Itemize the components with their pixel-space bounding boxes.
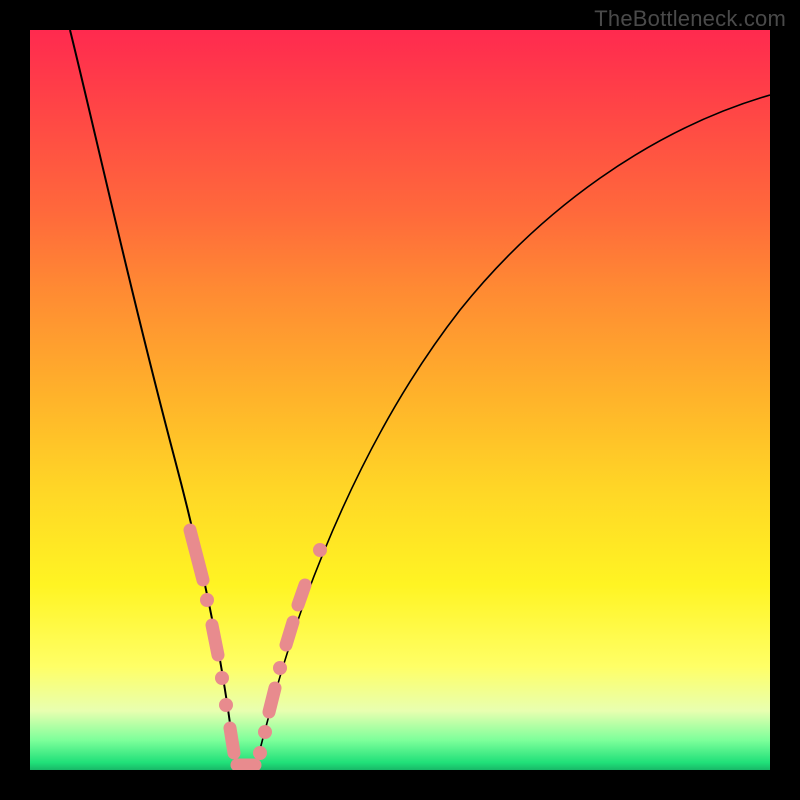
plot-area [30,30,770,770]
chart-frame: TheBottleneck.com [0,0,800,800]
marker-dot [200,593,214,607]
marker-segment [230,728,234,753]
marker-segment [286,622,293,645]
marker-segment [212,625,218,655]
marker-dot [219,698,233,712]
curve-group [70,30,770,769]
bottleneck-curve-svg [30,30,770,770]
marker-dot [215,671,229,685]
curve-left [70,30,235,765]
marker-segment [190,530,203,580]
marker-group [190,530,327,765]
watermark-text: TheBottleneck.com [594,6,786,32]
curve-right [256,95,770,765]
marker-dot [273,661,287,675]
marker-segment [298,585,305,605]
marker-dot [258,725,272,739]
marker-dot [253,746,267,760]
marker-segment [269,688,275,712]
marker-dot [313,543,327,557]
